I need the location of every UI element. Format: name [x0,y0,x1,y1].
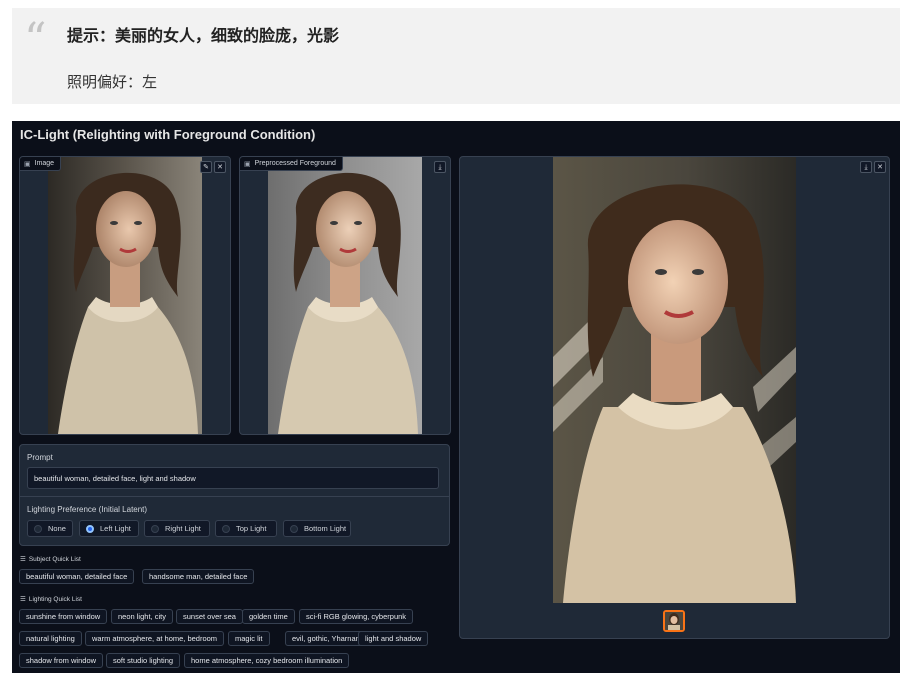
radio-left-light[interactable]: Left Light [79,520,139,537]
lighting-chip[interactable]: light and shadow [358,631,429,646]
download-icon[interactable]: ⤓ [434,161,446,173]
ic-light-app: IC-Light (Relighting with Foreground Con… [12,121,900,673]
radio-dot-selected [86,524,94,533]
prompt-label: Prompt [27,453,53,462]
radio-dot [222,524,230,533]
prompt-form: Prompt beautiful woman, detailed face, l… [19,444,450,546]
preprocessed-foreground-panel: ▣ Preprocessed Foreground ⤓ [239,156,451,435]
radio-dot [151,524,159,533]
preprocessed-image [268,157,422,434]
close-icon[interactable]: ✕ [214,161,226,173]
gallery-thumbnail[interactable] [663,610,685,632]
lighting-chip[interactable]: shadow from window [19,653,104,668]
download-icon[interactable]: ⤓ [860,161,872,173]
edit-icon[interactable]: ✎ [200,161,212,173]
lighting-chip[interactable]: sunshine from window [19,609,108,624]
close-icon[interactable]: ✕ [874,161,886,173]
lighting-preference-label: Lighting Preference (Initial Latent) [27,505,148,514]
quote-lighting-text: 照明偏好：左 [67,73,158,91]
quote-mark: “ [24,14,47,65]
radio-dot [290,524,298,533]
prompt-input[interactable]: beautiful woman, detailed face, light an… [27,467,439,489]
list-icon: ☰ [20,596,26,603]
lighting-chip[interactable]: evil, gothic, Yharnam [285,631,369,646]
subject-chip[interactable]: handsome man, detailed face [142,569,255,584]
lighting-chip[interactable]: golden time [242,609,295,624]
lighting-chip[interactable]: home atmosphere, cozy bedroom illuminati… [184,653,350,668]
lighting-chip[interactable]: sunset over sea [176,609,243,624]
quote-prompt-text: 提示：美丽的女人，细致的脸庞，光影 [67,26,340,45]
image-icon: ▣ [244,160,251,168]
input-image [48,157,202,434]
list-icon: ☰ [20,556,26,563]
divider [20,496,449,497]
image-input-panel[interactable]: ▣ Image ✎ ✕ [19,156,231,435]
radio-top-light[interactable]: Top Light [215,520,277,537]
lighting-chip[interactable]: natural lighting [19,631,82,646]
radio-dot [34,524,42,533]
image-icon: ▣ [24,160,31,168]
subject-chip[interactable]: beautiful woman, detailed face [19,569,135,584]
output-image[interactable] [553,157,796,603]
lighting-chip[interactable]: soft studio lighting [106,653,181,668]
lighting-chip[interactable]: magic lit [228,631,270,646]
lighting-chip[interactable]: warm atmosphere, at home, bedroom [85,631,225,646]
lighting-chip[interactable]: sci-fi RGB glowing, cyberpunk [299,609,414,624]
lighting-chip[interactable]: neon light, city [111,609,173,624]
radio-none[interactable]: None [27,520,73,537]
output-gallery-panel: ⤓ ✕ [459,156,890,639]
app-title: IC-Light (Relighting with Foreground Con… [20,127,316,142]
lighting-quick-list-label: ☰ Lighting Quick List [20,595,82,604]
radio-bottom-light[interactable]: Bottom Light [283,520,351,537]
radio-right-light[interactable]: Right Light [144,520,210,537]
prompt-quote-block: “ 提示：美丽的女人，细致的脸庞，光影 照明偏好：左 [12,8,900,104]
preprocessed-panel-label: ▣ Preprocessed Foreground [240,157,343,171]
subject-quick-list-label: ☰ Subject Quick List [20,555,81,564]
image-panel-label: ▣ Image [20,157,62,171]
